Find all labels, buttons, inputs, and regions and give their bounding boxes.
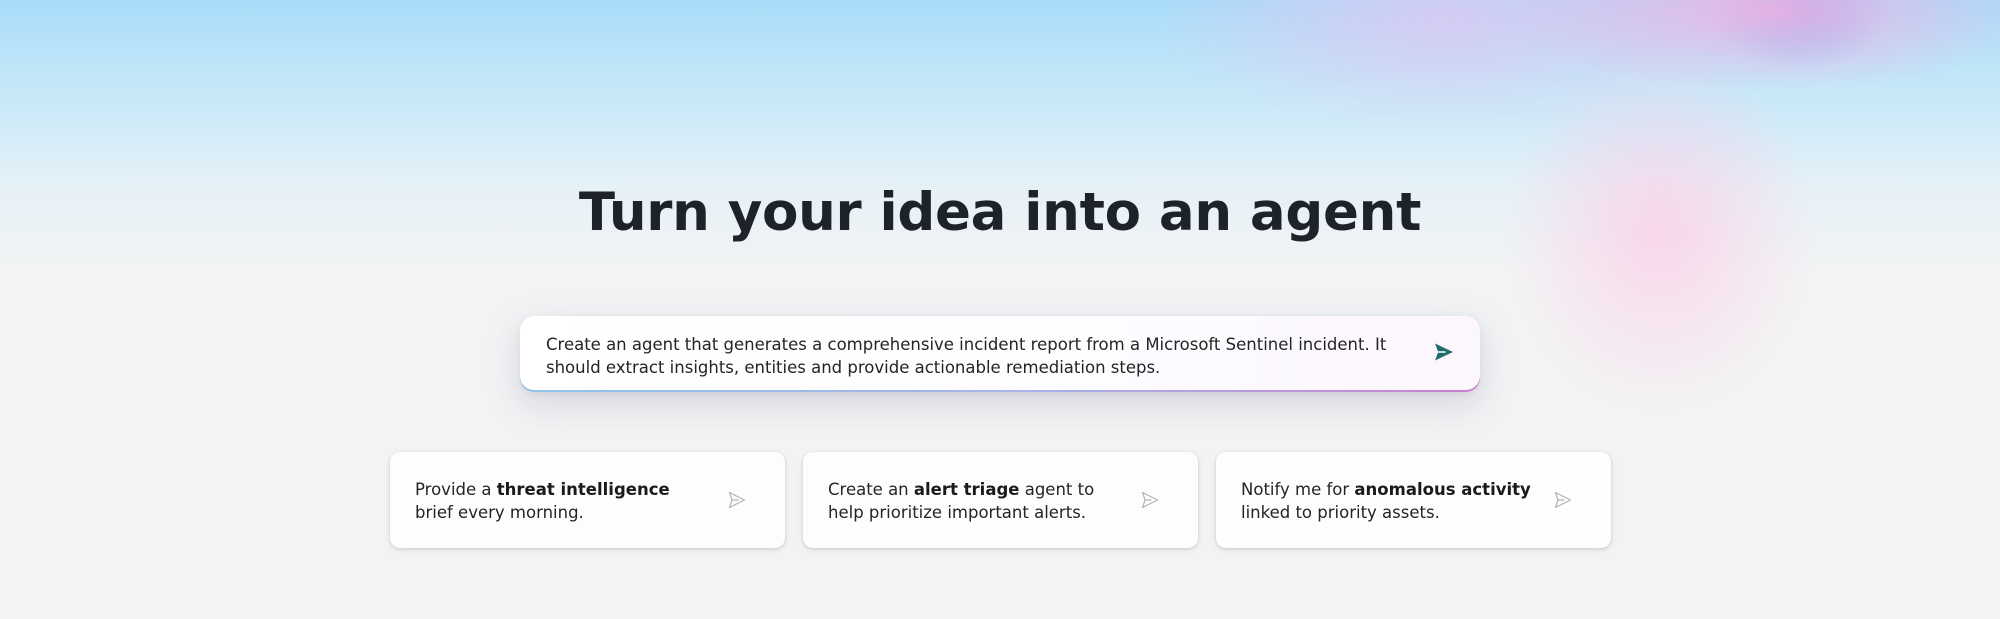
prompt-input-text[interactable]: Create an agent that generates a compreh… xyxy=(546,333,1400,379)
send-outline-icon[interactable] xyxy=(1553,490,1573,510)
suggestion-cards: Provide a threat intelligence brief ever… xyxy=(390,452,1611,548)
suggestion-card-alert-triage[interactable]: Create an alert triage agent to help pri… xyxy=(803,452,1198,548)
prompt-input-container[interactable]: Create an agent that generates a compreh… xyxy=(520,316,1480,392)
send-icon[interactable] xyxy=(1432,340,1456,364)
suggestion-text: Notify me for anomalous activity linked … xyxy=(1241,480,1531,522)
send-outline-icon[interactable] xyxy=(727,490,747,510)
send-outline-icon[interactable] xyxy=(1140,490,1160,510)
suggestion-text: Create an alert triage agent to help pri… xyxy=(828,480,1095,522)
suggestion-text: Provide a threat intelligence brief ever… xyxy=(415,480,670,522)
suggestion-card-threat-intelligence[interactable]: Provide a threat intelligence brief ever… xyxy=(390,452,785,548)
suggestion-card-anomalous-activity[interactable]: Notify me for anomalous activity linked … xyxy=(1216,452,1611,548)
prompt-input[interactable]: Create an agent that generates a compreh… xyxy=(520,316,1480,390)
page-title: Turn your idea into an agent xyxy=(578,182,1422,243)
page-content: Turn your idea into an agent Create an a… xyxy=(0,0,2000,619)
